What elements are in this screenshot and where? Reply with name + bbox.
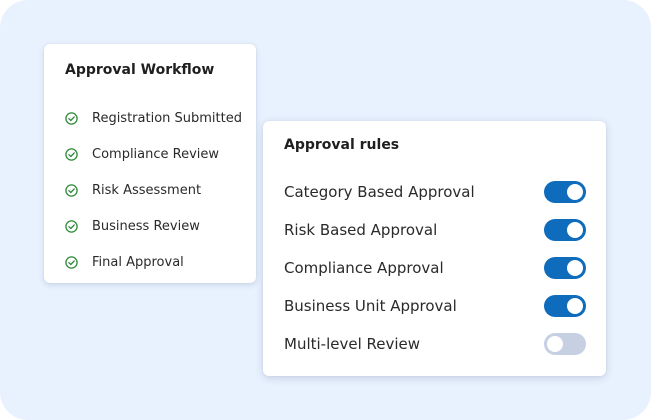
- rule-row-business-unit: Business Unit Approval: [284, 287, 586, 325]
- workflow-step: Final Approval: [65, 244, 242, 280]
- toggle-knob: [547, 336, 563, 352]
- rule-row-category-based: Category Based Approval: [284, 173, 586, 211]
- business-unit-approval-toggle[interactable]: [544, 295, 586, 317]
- workflow-step-label: Registration Submitted: [92, 110, 242, 126]
- workflow-title: Approval Workflow: [65, 62, 215, 78]
- toggle-knob: [567, 260, 583, 276]
- rule-row-risk-based: Risk Based Approval: [284, 211, 586, 249]
- rules-list: Category Based Approval Risk Based Appro…: [284, 173, 586, 363]
- workflow-step-label: Compliance Review: [92, 146, 220, 162]
- toggle-knob: [567, 222, 583, 238]
- rule-label: Compliance Approval: [284, 259, 444, 277]
- workflow-step-label: Final Approval: [92, 254, 184, 270]
- risk-based-approval-toggle[interactable]: [544, 219, 586, 241]
- toggle-knob: [567, 184, 583, 200]
- check-circle-icon: [65, 183, 78, 197]
- rule-row-multi-level: Multi-level Review: [284, 325, 586, 363]
- workflow-step: Business Review: [65, 208, 242, 244]
- workflow-step-label: Business Review: [92, 218, 200, 234]
- workflow-step-label: Risk Assessment: [92, 182, 202, 198]
- rule-row-compliance: Compliance Approval: [284, 249, 586, 287]
- multi-level-review-toggle[interactable]: [544, 333, 586, 355]
- check-circle-icon: [65, 255, 78, 269]
- check-circle-icon: [65, 147, 78, 161]
- approval-workflow-card: Approval Workflow Registration Submitted…: [44, 44, 256, 283]
- category-based-approval-toggle[interactable]: [544, 181, 586, 203]
- workflow-step: Risk Assessment: [65, 172, 242, 208]
- workflow-step: Compliance Review: [65, 136, 242, 172]
- toggle-knob: [567, 298, 583, 314]
- rule-label: Business Unit Approval: [284, 297, 457, 315]
- workflow-steps-list: Registration Submitted Compliance Review…: [65, 100, 242, 280]
- rule-label: Multi-level Review: [284, 335, 421, 353]
- workflow-step: Registration Submitted: [65, 100, 242, 136]
- check-circle-icon: [65, 219, 78, 233]
- rules-title: Approval rules: [284, 137, 400, 153]
- canvas-background: Approval Workflow Registration Submitted…: [0, 0, 651, 420]
- approval-rules-card: Approval rules Category Based Approval R…: [263, 121, 606, 376]
- check-circle-icon: [65, 111, 78, 125]
- rule-label: Category Based Approval: [284, 183, 475, 201]
- compliance-approval-toggle[interactable]: [544, 257, 586, 279]
- rule-label: Risk Based Approval: [284, 221, 438, 239]
